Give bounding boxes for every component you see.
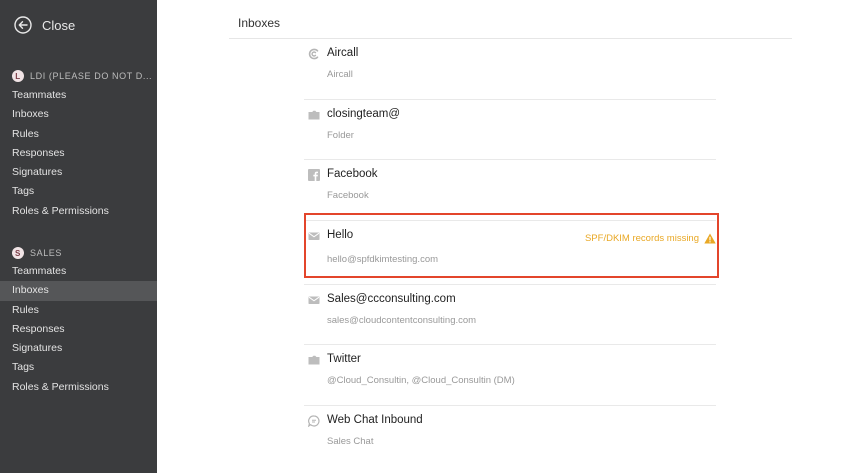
sidebar-item-responses[interactable]: Responses (0, 320, 157, 339)
inbox-name: closingteam@ (327, 107, 401, 120)
inbox-row-hello[interactable]: Hello hello@spfdkimtesting.com SPF/DKIM … (304, 221, 716, 285)
sidebar-item-tags[interactable]: Tags (0, 358, 157, 377)
inbox-type: Folder (327, 129, 354, 141)
mail-icon (308, 232, 320, 240)
sidebar-item-teammates[interactable]: Teammates (0, 262, 157, 281)
inbox-type: Aircall (327, 69, 353, 80)
aircall-icon (308, 48, 319, 60)
inbox-row-aircall[interactable]: Aircall Aircall (304, 39, 716, 100)
close-label: Close (42, 17, 76, 33)
sidebar-item-roles-permissions[interactable]: Roles & Permissions (0, 378, 157, 397)
inbox-name: Twitter (327, 353, 361, 365)
team-badge-sales: S (12, 247, 24, 259)
inbox-address: hello@spfdkimtesting.com (327, 253, 439, 265)
facebook-icon (308, 169, 320, 181)
inbox-handles: @Cloud_Consultin, @Cloud_Consultin (DM) (327, 375, 515, 386)
team-badge-ldi: L (12, 70, 24, 82)
sidebar-item-roles-permissions[interactable]: Roles & Permissions (0, 202, 157, 221)
inbox-list: Aircall Aircall closingteam@ Folder Face… (304, 39, 716, 466)
nav-list-ldi: Teammates Inboxes Rules Responses Signat… (0, 86, 157, 221)
section-title-ldi: LDI (PLEASE DO NOT D... (30, 71, 153, 81)
sidebar-item-inboxes[interactable]: Inboxes (0, 105, 157, 124)
sidebar-item-inboxes[interactable]: Inboxes (0, 281, 157, 301)
inbox-name: Aircall (327, 47, 359, 59)
warning-message: SPF/DKIM records missing (585, 233, 716, 244)
sidebar-item-responses[interactable]: Responses (0, 144, 157, 163)
section-header-sales: S SALES (12, 247, 62, 259)
sidebar-item-tags[interactable]: Tags (0, 182, 157, 201)
inbox-row-sales-ccconsulting[interactable]: Sales@ccconsulting.com sales@cloudconten… (304, 285, 716, 345)
inbox-row-facebook[interactable]: Facebook Facebook (304, 160, 716, 221)
folder-icon (308, 355, 320, 365)
close-button[interactable]: Close (14, 14, 75, 36)
sidebar: Close L LDI (PLEASE DO NOT D... Teammate… (0, 0, 157, 473)
inbox-name: Web Chat Inbound (327, 413, 423, 426)
section-header-ldi: L LDI (PLEASE DO NOT D... (12, 70, 152, 82)
back-arrow-icon (14, 16, 32, 34)
page-title: Inboxes (238, 16, 281, 30)
inbox-type: Sales Chat (327, 435, 374, 447)
sidebar-item-rules[interactable]: Rules (0, 301, 157, 320)
sidebar-item-signatures[interactable]: Signatures (0, 163, 157, 182)
warning-text: SPF/DKIM records missing (584, 232, 699, 244)
main-content: Inboxes Aircall Aircall closingteam@ Fol… (157, 0, 860, 473)
inbox-name: Sales@ccconsulting.com (327, 292, 456, 305)
inbox-row-closingteam[interactable]: closingteam@ Folder (304, 100, 716, 160)
nav-list-sales: Teammates Inboxes Rules Responses Signat… (0, 262, 157, 397)
warning-icon (704, 233, 716, 243)
sidebar-item-signatures[interactable]: Signatures (0, 339, 157, 358)
folder-icon (308, 110, 320, 119)
inbox-name: Facebook (327, 168, 378, 180)
inbox-row-web-chat[interactable]: Web Chat Inbound Sales Chat (304, 406, 716, 467)
inbox-address: sales@cloudcontentconsulting.com (327, 314, 477, 326)
inbox-row-twitter[interactable]: Twitter @Cloud_Consultin, @Cloud_Consult… (304, 345, 716, 406)
sidebar-item-teammates[interactable]: Teammates (0, 86, 157, 105)
inbox-name: Hello (327, 228, 354, 241)
inbox-type: Facebook (327, 190, 369, 201)
chat-icon (308, 414, 320, 427)
sidebar-item-rules[interactable]: Rules (0, 125, 157, 144)
mail-icon (308, 296, 320, 304)
section-title-sales: SALES (30, 248, 63, 258)
